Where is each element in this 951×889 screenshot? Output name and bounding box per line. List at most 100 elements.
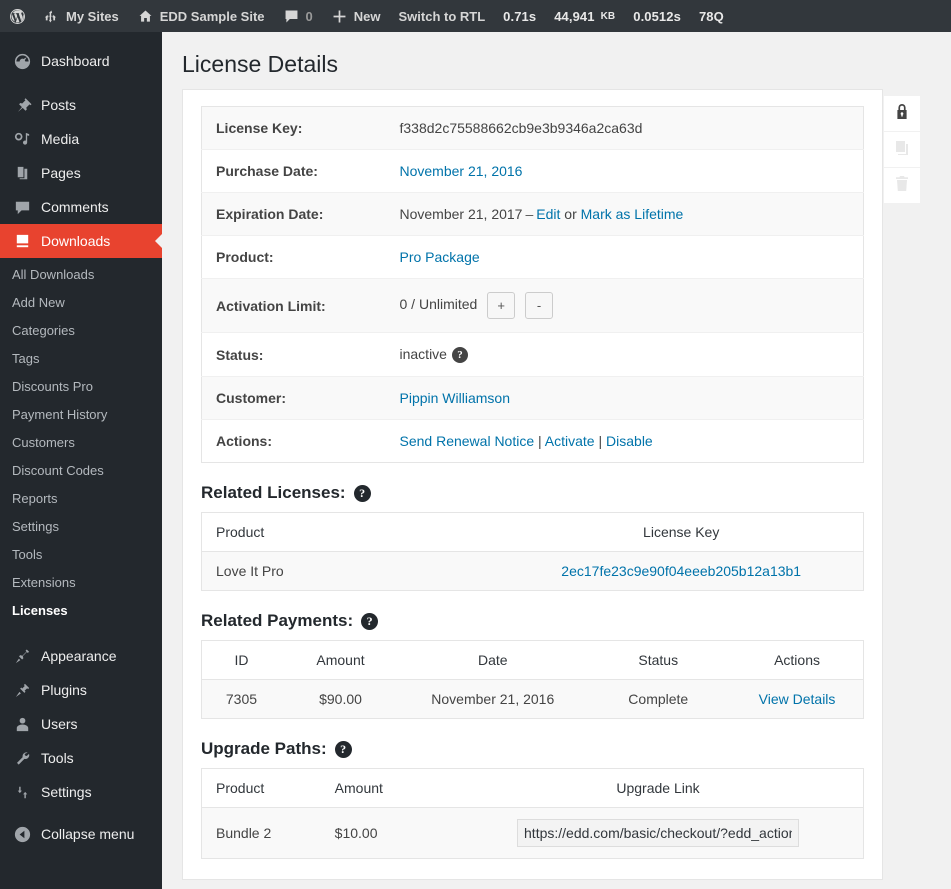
sidebar-item-posts[interactable]: Posts	[0, 88, 162, 122]
submenu-item-all-downloads[interactable]: All Downloads	[0, 261, 162, 289]
product-link[interactable]: Pro Package	[400, 249, 480, 265]
column-header-amount: Amount	[281, 641, 400, 680]
admin-bar-new-content[interactable]: New	[322, 0, 390, 32]
license-key-value: f338d2c75588662cb9e3b9346a2ca63d	[400, 120, 643, 136]
admin-bar-comments[interactable]: 0	[274, 0, 322, 32]
upgrade-link-input[interactable]	[517, 819, 799, 847]
row-label-status: Status:	[202, 333, 400, 377]
related-license-key-link[interactable]: 2ec17fe23c9e90f04eeeb205b12a13b1	[561, 563, 801, 579]
admin-bar-switch-rtl[interactable]: Switch to RTL	[389, 0, 494, 32]
lock-button[interactable]	[884, 96, 920, 132]
status-value: inactive	[400, 346, 447, 362]
table-row-product: Product: Pro Package	[202, 236, 864, 279]
page-title: License Details	[162, 32, 951, 89]
admin-bar-perf-query-time: 0.0512s	[624, 0, 690, 32]
row-label-product: Product:	[202, 236, 400, 279]
sidebar-item-comments[interactable]: Comments	[0, 190, 162, 224]
row-label-expiration-date: Expiration Date:	[202, 193, 400, 236]
admin-bar-my-sites[interactable]: My Sites	[34, 0, 128, 32]
wordpress-logo-icon	[9, 7, 26, 24]
view-details-link[interactable]: View Details	[759, 691, 836, 707]
cell-product: Love It Pro	[202, 552, 500, 591]
admin-bar-perf-memory: 44,941KB	[545, 0, 624, 32]
cell-payment-id: 7305	[202, 680, 281, 719]
delete-button[interactable]	[884, 168, 920, 204]
submenu-item-extensions[interactable]: Extensions	[0, 569, 162, 597]
submenu-item-discount-codes[interactable]: Discount Codes	[0, 457, 162, 485]
table-row-status: Status: inactive?	[202, 333, 864, 377]
expiration-or-text: or	[564, 206, 576, 222]
license-details-table: License Key: f338d2c75588662cb9e3b9346a2…	[201, 106, 864, 463]
submenu-item-customers[interactable]: Customers	[0, 429, 162, 457]
sidebar-item-tools-label: Tools	[41, 750, 74, 766]
sidebar-item-appearance[interactable]: Appearance	[0, 639, 162, 673]
sidebar-item-media[interactable]: Media	[0, 122, 162, 156]
sidebar-item-users-label: Users	[41, 716, 78, 732]
mark-as-lifetime-link[interactable]: Mark as Lifetime	[581, 206, 684, 222]
submenu-item-categories[interactable]: Categories	[0, 317, 162, 345]
submenu-item-discounts-pro[interactable]: Discounts Pro	[0, 373, 162, 401]
admin-bar-site-name[interactable]: EDD Sample Site	[128, 0, 274, 32]
decrease-limit-button[interactable]: -	[525, 292, 553, 319]
sidebar-item-users[interactable]: Users	[0, 707, 162, 741]
sidebar-item-settings[interactable]: Settings	[0, 775, 162, 809]
upgrade-paths-help-icon[interactable]: ?	[335, 741, 352, 758]
customer-link[interactable]: Pippin Williamson	[400, 390, 510, 406]
related-payments-heading-text: Related Payments:	[201, 611, 353, 631]
table-row: Bundle 2 $10.00	[202, 808, 864, 859]
upgrade-paths-heading-text: Upgrade Paths:	[201, 739, 327, 759]
admin-bar-my-sites-label: My Sites	[66, 9, 119, 24]
sidebar-item-downloads-label: Downloads	[41, 233, 110, 249]
row-label-customer: Customer:	[202, 377, 400, 420]
submenu-item-add-new[interactable]: Add New	[0, 289, 162, 317]
row-label-actions: Actions:	[202, 420, 400, 463]
submenu-item-payment-history[interactable]: Payment History	[0, 401, 162, 429]
send-renewal-notice-link[interactable]: Send Renewal Notice	[400, 433, 535, 449]
sidebar-item-tools[interactable]: Tools	[0, 741, 162, 775]
purchase-date-link[interactable]: November 21, 2016	[400, 163, 523, 179]
pin-icon	[12, 95, 32, 115]
copy-button[interactable]	[884, 132, 920, 168]
column-header-license-key: License Key	[499, 513, 863, 552]
expiration-date-value: November 21, 2017	[400, 206, 523, 222]
activate-link[interactable]: Activate	[545, 433, 595, 449]
dashboard-icon	[12, 51, 32, 71]
column-header-product: Product	[202, 769, 321, 808]
related-payments-heading: Related Payments: ?	[201, 611, 864, 631]
sidebar-collapse-menu[interactable]: Collapse menu	[0, 817, 162, 851]
submenu-item-licenses[interactable]: Licenses	[0, 597, 162, 625]
submenu-item-tools[interactable]: Tools	[0, 541, 162, 569]
disable-link[interactable]: Disable	[606, 433, 653, 449]
sidebar-item-dashboard[interactable]: Dashboard	[0, 44, 162, 78]
status-help-icon[interactable]: ?	[452, 347, 468, 363]
cell-payment-date: November 21, 2016	[400, 680, 585, 719]
sidebar-item-downloads[interactable]: Downloads	[0, 224, 162, 258]
sidebar-item-plugins[interactable]: Plugins	[0, 673, 162, 707]
submenu-item-tags[interactable]: Tags	[0, 345, 162, 373]
submenu-item-reports[interactable]: Reports	[0, 485, 162, 513]
switch-rtl-label: Switch to RTL	[398, 9, 485, 24]
table-header-row: Product License Key	[202, 513, 864, 552]
related-licenses-help-icon[interactable]: ?	[354, 485, 371, 502]
perf-query-time-value: 0.0512s	[633, 9, 681, 24]
license-details-box: License Key: f338d2c75588662cb9e3b9346a2…	[182, 89, 883, 880]
related-payments-help-icon[interactable]: ?	[361, 613, 378, 630]
media-icon	[12, 129, 32, 149]
sidebar-item-pages[interactable]: Pages	[0, 156, 162, 190]
table-row-purchase-date: Purchase Date: November 21, 2016	[202, 150, 864, 193]
admin-sidebar: Dashboard Posts Media Pages Commen	[0, 32, 162, 889]
expiration-edit-link[interactable]: Edit	[536, 206, 560, 222]
expiration-dash: –	[522, 206, 536, 222]
sidebar-collapse-label: Collapse menu	[41, 826, 134, 842]
table-header-row: ID Amount Date Status Actions	[202, 641, 864, 680]
comment-icon	[12, 197, 32, 217]
comment-bubble-icon	[283, 7, 300, 24]
related-licenses-table: Product License Key Love It Pro 2ec17fe2…	[201, 512, 864, 591]
wordpress-logo-button[interactable]	[0, 0, 34, 32]
plugin-icon	[12, 680, 32, 700]
submenu-item-settings[interactable]: Settings	[0, 513, 162, 541]
increase-limit-button[interactable]: +	[487, 292, 515, 319]
sidebar-item-plugins-label: Plugins	[41, 682, 87, 698]
downloads-submenu: All Downloads Add New Categories Tags Di…	[0, 258, 162, 635]
sidebar-top-menu: Dashboard Posts Media Pages Commen	[0, 32, 162, 635]
